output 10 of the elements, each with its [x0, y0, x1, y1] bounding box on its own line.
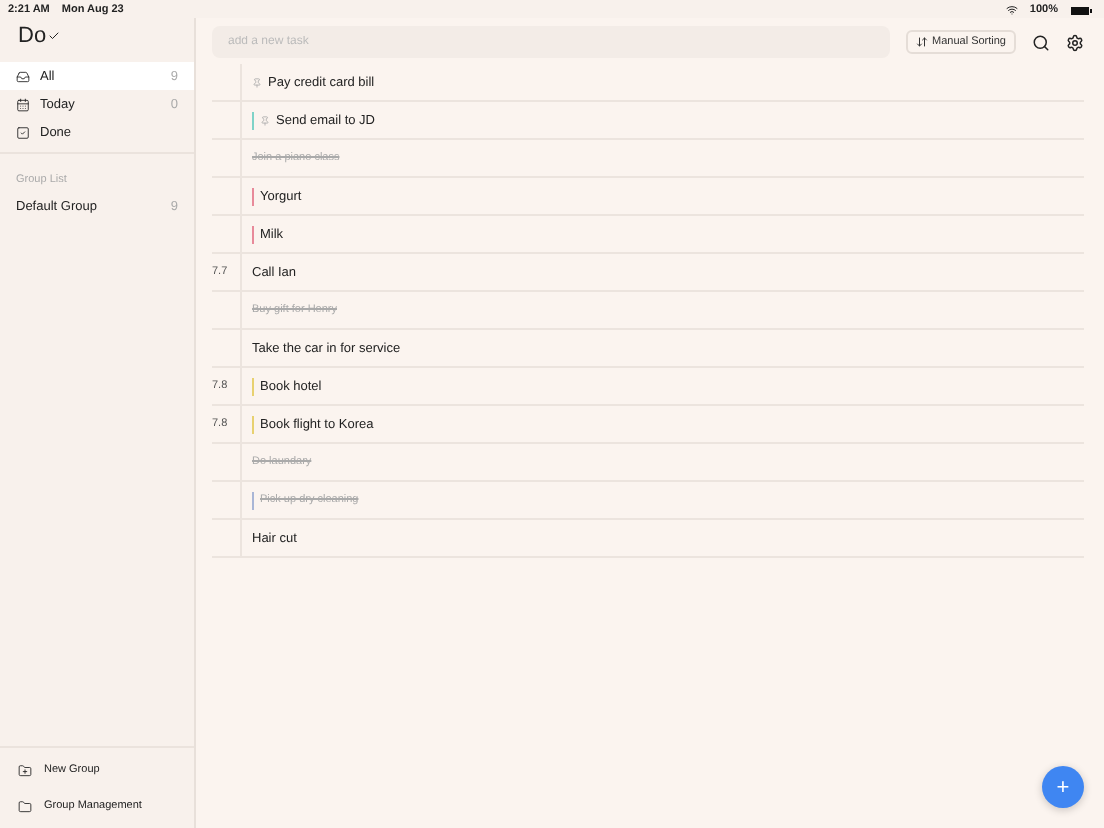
settings-icon[interactable] [1066, 33, 1084, 51]
check-icon [48, 30, 61, 42]
add-button[interactable]: + [1042, 766, 1084, 808]
app-title: Do [18, 24, 47, 48]
wifi-icon [1005, 4, 1018, 16]
sort-icon [916, 36, 928, 48]
battery-icon [1070, 5, 1092, 15]
folder-icon [18, 799, 32, 813]
search-icon[interactable] [1032, 33, 1050, 51]
folder-icon [18, 763, 32, 777]
